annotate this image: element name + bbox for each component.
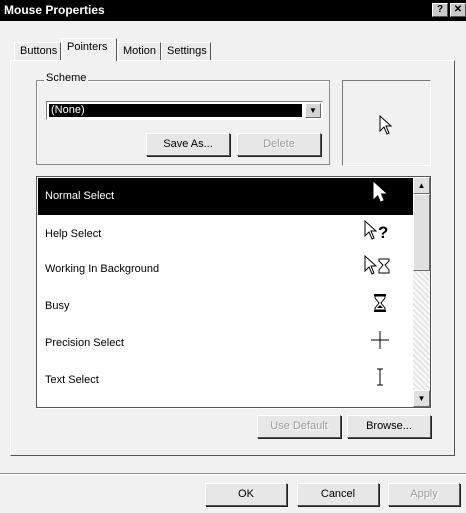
tab-buttons[interactable]: Buttons	[14, 42, 61, 60]
list-scrollbar[interactable]: ▲ ▼	[413, 177, 430, 407]
apply-button[interactable]: Apply	[388, 483, 460, 506]
ok-button[interactable]: OK	[205, 483, 287, 506]
scroll-up-button[interactable]: ▲	[413, 177, 430, 194]
close-icon: ✕	[453, 4, 463, 15]
scroll-thumb[interactable]	[413, 194, 430, 271]
scheme-dropdown[interactable]: (None) ▼	[46, 101, 323, 120]
tab-pointers[interactable]: Pointers	[61, 38, 117, 61]
hourglass-icon	[360, 292, 400, 320]
cursor-label: Busy	[45, 300, 70, 312]
arrow-pointer-icon	[379, 114, 393, 140]
list-item[interactable]: Text Select	[38, 362, 413, 399]
list-item[interactable]: Precision Select	[38, 325, 413, 362]
help-icon: ?	[436, 4, 444, 15]
working-pointer-icon	[360, 254, 400, 283]
chevron-up-icon: ▲	[417, 181, 426, 190]
cancel-button[interactable]: Cancel	[297, 483, 379, 506]
window-title: Mouse Properties	[4, 3, 105, 17]
help-button[interactable]: ?	[432, 3, 448, 17]
cursor-list[interactable]: Normal Select Help Select ? Working In B…	[36, 176, 431, 408]
list-item[interactable]: Busy	[38, 288, 413, 325]
scheme-group-label: Scheme	[44, 72, 89, 84]
title-bar[interactable]: Mouse Properties ? ✕	[0, 0, 466, 21]
cursor-label: Normal Select	[45, 190, 115, 202]
cursor-label: Text Select	[45, 374, 99, 386]
arrow-pointer-icon	[360, 181, 400, 210]
delete-button[interactable]: Delete	[237, 133, 321, 156]
list-item[interactable]: Working In Background	[38, 251, 413, 288]
browse-button[interactable]: Browse...	[347, 415, 431, 438]
scheme-dropdown-value: (None)	[49, 104, 302, 117]
chevron-down-icon[interactable]: ▼	[305, 103, 321, 118]
list-item[interactable]: Normal Select	[38, 178, 413, 215]
chevron-down-icon: ▼	[417, 394, 426, 403]
help-pointer-icon: ?	[360, 219, 400, 248]
save-as-button[interactable]: Save As...	[146, 133, 230, 156]
tab-settings[interactable]: Settings	[161, 42, 211, 60]
cursor-preview	[342, 80, 431, 166]
ibeam-icon	[360, 366, 400, 394]
scroll-down-button[interactable]: ▼	[413, 390, 430, 407]
close-button[interactable]: ✕	[450, 3, 466, 17]
cursor-label: Help Select	[45, 228, 102, 240]
divider	[0, 473, 466, 475]
svg-text:?: ?	[378, 223, 388, 242]
tab-motion[interactable]: Motion	[117, 42, 161, 60]
crosshair-icon	[360, 329, 400, 357]
cursor-label: Precision Select	[45, 337, 124, 349]
list-item[interactable]: Help Select ?	[38, 216, 413, 253]
cursor-label: Working In Background	[45, 263, 160, 275]
use-default-button[interactable]: Use Default	[257, 415, 341, 438]
